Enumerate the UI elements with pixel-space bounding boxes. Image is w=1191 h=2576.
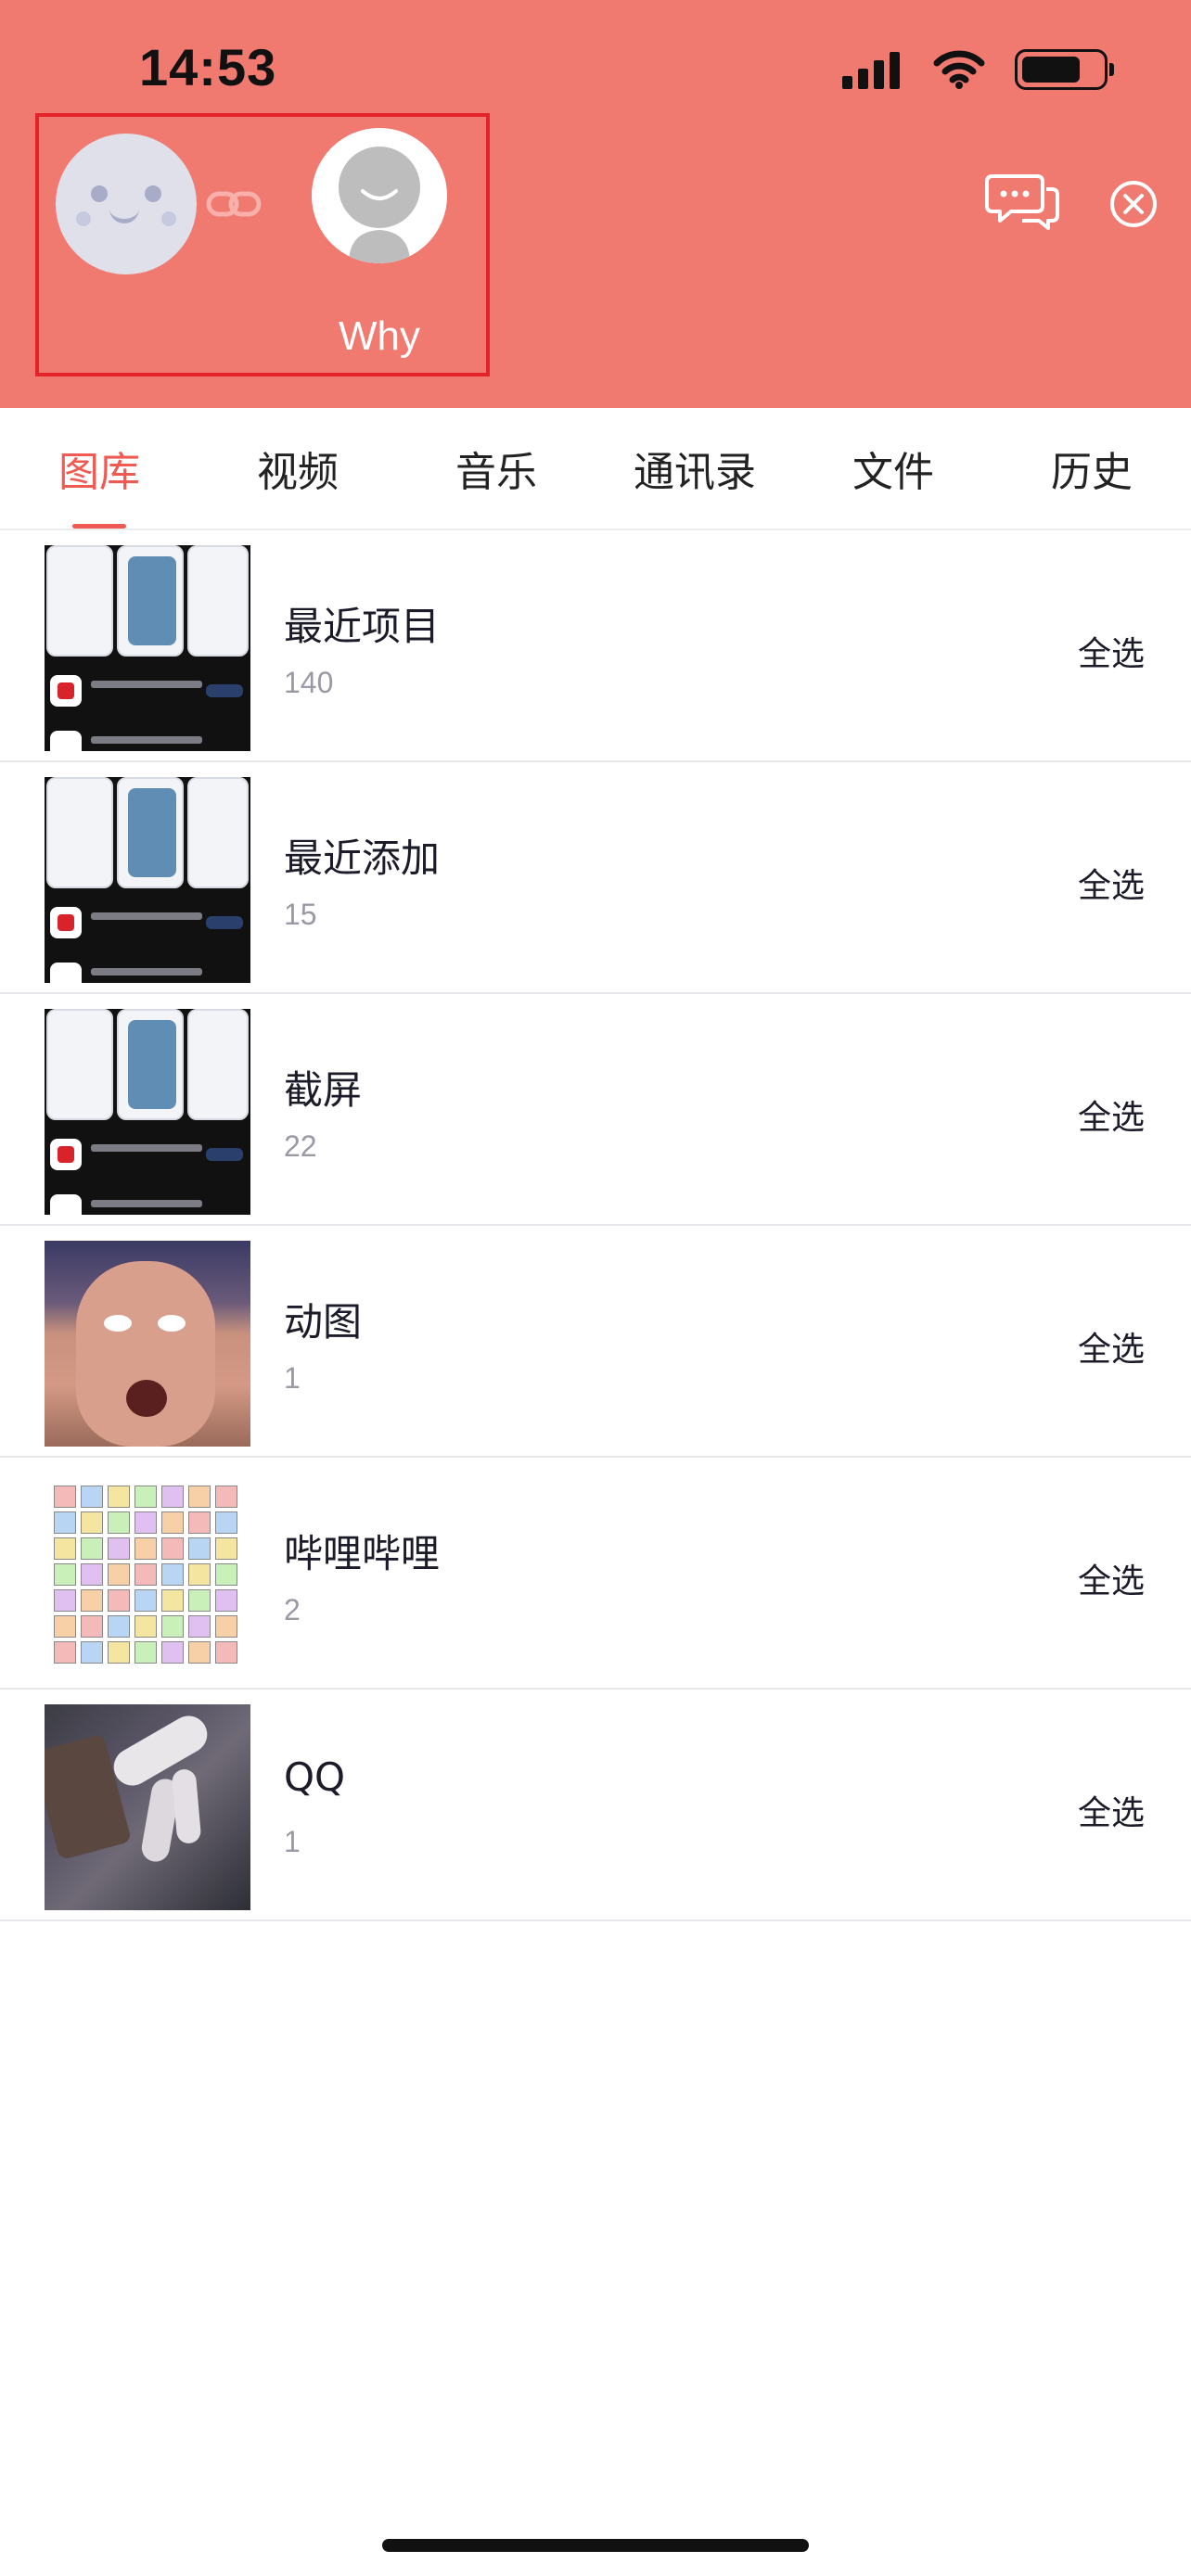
tab-files[interactable]: 文件 — [794, 408, 992, 529]
album-list: 最近项目 140 全选 最近添加 15 全选 截屏 22 全选 动图 1 全选 … — [0, 530, 1191, 1921]
album-name: QQ — [284, 1754, 346, 1800]
select-all-button[interactable]: 全选 — [1078, 859, 1145, 907]
album-row[interactable]: QQ 1 全选 — [0, 1690, 1191, 1921]
album-name: 最近项目 — [284, 604, 441, 649]
album-count: 140 — [284, 666, 334, 699]
tab-gallery[interactable]: 图库 — [0, 408, 198, 529]
album-count: 15 — [284, 898, 317, 931]
album-thumbnail — [45, 1009, 250, 1215]
album-name: 哔哩哔哩 — [284, 1531, 441, 1576]
album-count: 1 — [284, 1361, 301, 1395]
tab-music[interactable]: 音乐 — [397, 408, 596, 529]
album-row[interactable]: 截屏 22 全选 — [0, 994, 1191, 1226]
album-row[interactable]: 最近项目 140 全选 — [0, 530, 1191, 762]
select-all-button[interactable]: 全选 — [1078, 1322, 1145, 1371]
wifi-icon — [933, 50, 985, 89]
tab-contacts[interactable]: 通讯录 — [596, 408, 794, 529]
peer-avatar[interactable] — [312, 128, 447, 263]
album-thumbnail — [45, 545, 250, 751]
album-name: 最近添加 — [284, 835, 441, 881]
header-bar: 14:53 Why — [0, 0, 1191, 408]
status-time: 14:53 — [139, 38, 277, 96]
battery-icon — [1015, 49, 1114, 90]
album-thumbnail — [45, 1241, 250, 1447]
select-all-button[interactable]: 全选 — [1078, 1786, 1145, 1834]
album-row[interactable]: 动图 1 全选 — [0, 1226, 1191, 1458]
select-all-button[interactable]: 全选 — [1078, 1554, 1145, 1602]
album-name: 截屏 — [284, 1067, 363, 1113]
album-count: 2 — [284, 1593, 301, 1626]
album-thumbnail — [45, 1473, 250, 1678]
album-row[interactable]: 哔哩哔哩 2 全选 — [0, 1458, 1191, 1690]
tab-history[interactable]: 历史 — [992, 408, 1191, 529]
album-count: 22 — [284, 1129, 317, 1163]
cellular-signal-icon — [842, 50, 905, 89]
select-all-button[interactable]: 全选 — [1078, 627, 1145, 675]
album-thumbnail — [45, 1704, 250, 1910]
album-row[interactable]: 最近添加 15 全选 — [0, 762, 1191, 994]
chat-bubbles-icon[interactable] — [985, 172, 1059, 232]
peer-name: Why — [339, 313, 420, 359]
album-thumbnail — [45, 777, 250, 983]
select-all-button[interactable]: 全选 — [1078, 1090, 1145, 1139]
close-circle-icon[interactable] — [1109, 180, 1158, 228]
link-icon — [206, 191, 262, 217]
tab-video[interactable]: 视频 — [198, 408, 397, 529]
home-indicator[interactable] — [382, 2539, 809, 2552]
album-count: 1 — [284, 1825, 301, 1858]
status-icons — [842, 46, 1114, 93]
my-avatar[interactable] — [56, 134, 197, 274]
category-tabs: 图库 视频 音乐 通讯录 文件 历史 — [0, 408, 1191, 530]
album-name: 动图 — [284, 1299, 363, 1345]
